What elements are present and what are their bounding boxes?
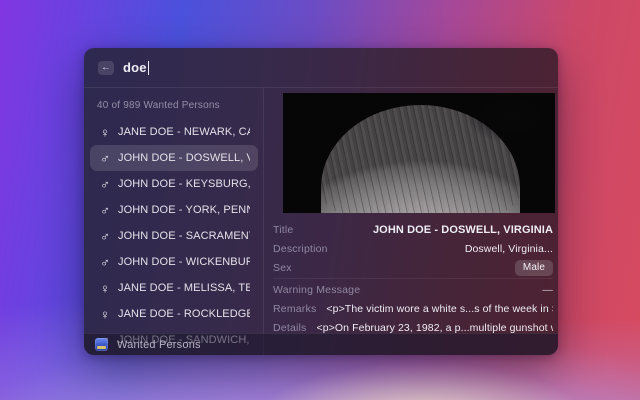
results-list: ♀ JANE DOE - NEWARK, CALIFOR... ♂ JOHN D… xyxy=(84,119,263,353)
list-item-label: JANE DOE - ROCKLEDGE, FLOR... xyxy=(118,308,250,320)
photo-shadow xyxy=(446,93,555,153)
search-query-text: doe xyxy=(123,60,147,75)
field-value: <p>The victim wore a white s...s of the … xyxy=(326,303,553,315)
list-item[interactable]: ♀ JANE DOE - ROCKLEDGE, FLOR... xyxy=(90,301,258,327)
female-gender-icon: ♀ xyxy=(98,125,112,140)
field-value: Doswell, Virginia... xyxy=(465,243,553,255)
list-item-selected[interactable]: ♂ JOHN DOE - DOSWELL, VIRGINIA xyxy=(90,145,258,171)
metadata-row-title: Title JOHN DOE - DOSWELL, VIRGINIA xyxy=(273,220,553,239)
results-panel: 40 of 989 Wanted Persons ♀ JANE DOE - NE… xyxy=(84,88,264,355)
search-bar: ← doe xyxy=(84,48,558,88)
list-item[interactable]: ♀ JANE DOE - NEWARK, CALIFOR... xyxy=(90,119,258,145)
field-value: <p>On February 23, 1982, a p...multiple … xyxy=(317,322,554,334)
wanted-persons-app-icon xyxy=(95,338,108,351)
list-item-label: JANE DOE - NEWARK, CALIFOR... xyxy=(118,126,250,138)
field-value: — xyxy=(542,284,553,296)
list-item-label: JANE DOE - MELISSA, TEXAS xyxy=(118,282,250,294)
status-bar: Wanted Persons xyxy=(84,333,558,355)
results-count-header: 40 of 989 Wanted Persons xyxy=(84,94,263,119)
male-gender-icon: ♂ xyxy=(98,255,112,270)
list-item[interactable]: ♂ JOHN DOE - WICKENBURG, ARI... xyxy=(90,249,258,275)
male-gender-icon: ♂ xyxy=(98,203,112,218)
male-gender-icon: ♂ xyxy=(98,177,112,192)
list-item-label: JOHN DOE - YORK, PENNSYLV... xyxy=(118,204,250,216)
field-label: Sex xyxy=(273,262,292,274)
male-gender-icon: ♂ xyxy=(98,229,112,244)
metadata-row-description: Description Doswell, Virginia... xyxy=(273,239,553,258)
list-item-label: JOHN DOE - WICKENBURG, ARI... xyxy=(118,256,250,268)
metadata-separator xyxy=(273,278,553,279)
back-button[interactable]: ← xyxy=(98,61,114,75)
field-label: Title xyxy=(273,224,293,236)
list-item[interactable]: ♀ JANE DOE - MELISSA, TEXAS xyxy=(90,275,258,301)
app-name-label: Wanted Persons xyxy=(117,339,201,351)
sex-badge: Male xyxy=(515,260,553,276)
back-arrow-icon: ← xyxy=(101,63,111,73)
list-item-label: JOHN DOE - SACRAMENTO, CA... xyxy=(118,230,250,242)
metadata-row-remarks: Remarks <p>The victim wore a white s...s… xyxy=(273,299,553,318)
search-input[interactable]: doe xyxy=(123,60,544,75)
field-label: Remarks xyxy=(273,303,316,315)
female-gender-icon: ♀ xyxy=(98,281,112,296)
female-gender-icon: ♀ xyxy=(98,307,112,322)
list-item[interactable]: ♂ JOHN DOE - KEYSBURG, KENT... xyxy=(90,171,258,197)
text-cursor xyxy=(148,61,150,75)
detail-panel: Title JOHN DOE - DOSWELL, VIRGINIA Descr… xyxy=(264,88,558,355)
mugshot-photo xyxy=(283,93,555,213)
field-value: Male xyxy=(515,260,553,276)
list-item-label: JOHN DOE - KEYSBURG, KENT... xyxy=(118,178,250,190)
metadata-list: Title JOHN DOE - DOSWELL, VIRGINIA Descr… xyxy=(273,220,553,337)
field-label: Description xyxy=(273,243,328,255)
field-label: Warning Message xyxy=(273,284,360,296)
launcher-window: ← doe 40 of 989 Wanted Persons ♀ JANE DO… xyxy=(84,48,558,355)
list-item-label: JOHN DOE - DOSWELL, VIRGINIA xyxy=(118,152,250,164)
metadata-row-warning: Warning Message — xyxy=(273,280,553,299)
field-value: JOHN DOE - DOSWELL, VIRGINIA xyxy=(373,224,553,236)
list-item[interactable]: ♂ JOHN DOE - YORK, PENNSYLV... xyxy=(90,197,258,223)
desktop-background: { "search": { "value": "doe", "back_icon… xyxy=(0,0,640,400)
field-label: Details xyxy=(273,322,307,334)
list-item[interactable]: ♂ JOHN DOE - SACRAMENTO, CA... xyxy=(90,223,258,249)
male-gender-icon: ♂ xyxy=(98,151,112,166)
metadata-row-sex: Sex Male xyxy=(273,258,553,277)
main-content: 40 of 989 Wanted Persons ♀ JANE DOE - NE… xyxy=(84,88,558,355)
